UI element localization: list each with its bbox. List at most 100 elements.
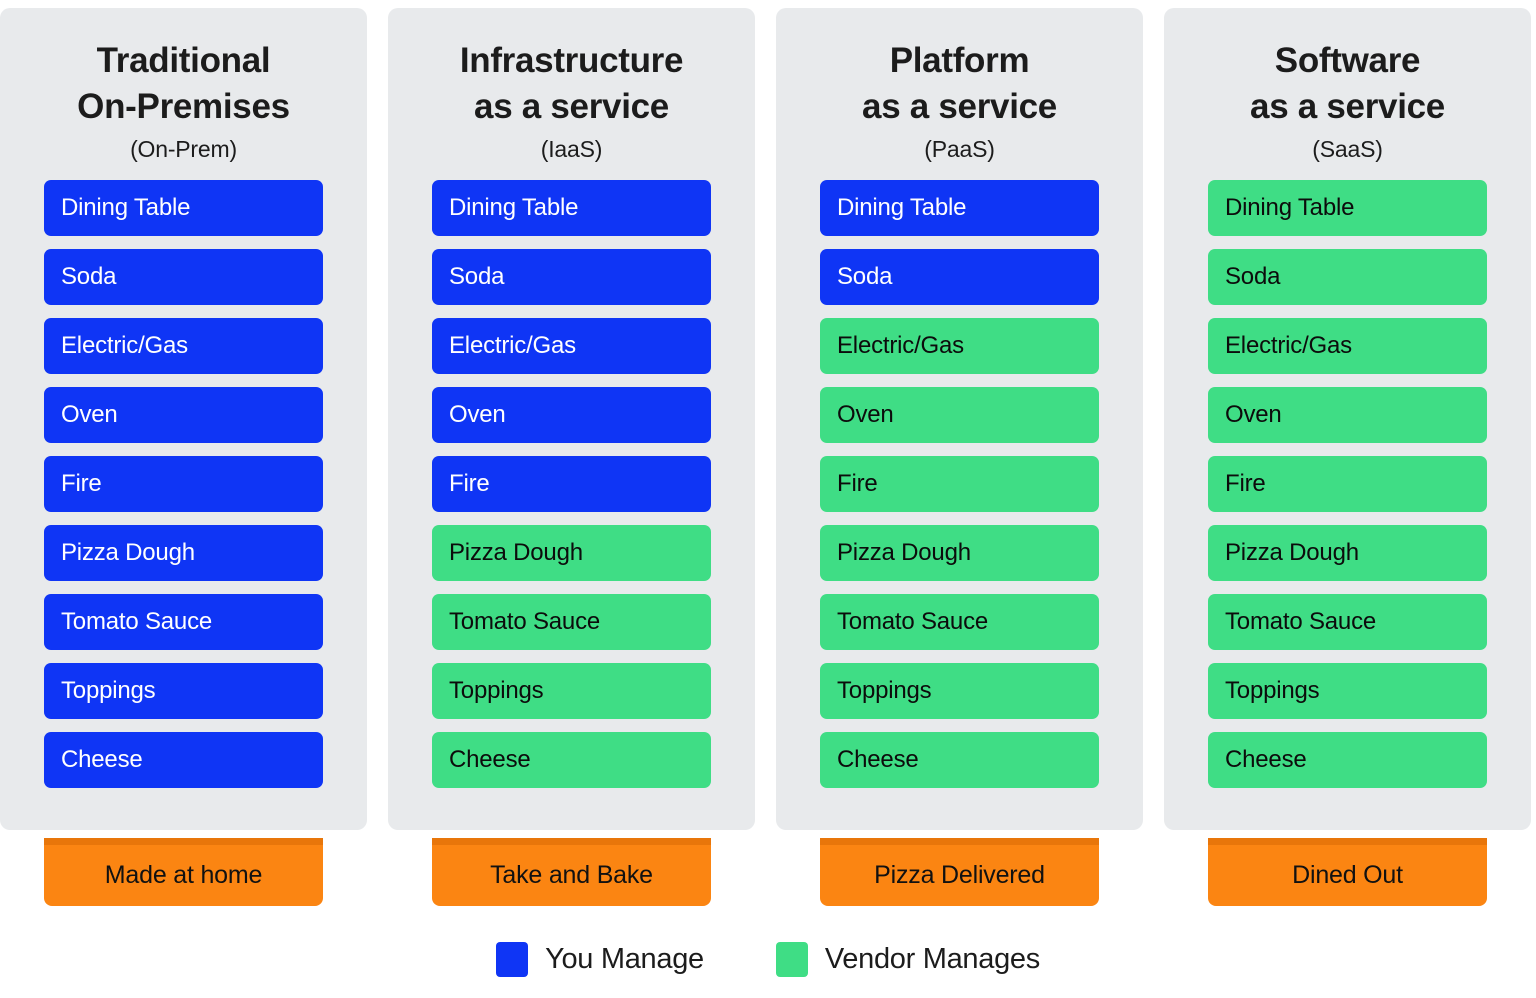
responsibility-row-label: Soda bbox=[837, 263, 893, 291]
service-model-comparison-diagram: Traditional On-Premises (On-Prem) Dining Ta… bbox=[0, 0, 1536, 998]
responsibility-row-label: Toppings bbox=[449, 677, 544, 705]
responsibility-row: Oven bbox=[820, 387, 1099, 444]
outcome-chip: Pizza Delivered bbox=[820, 838, 1099, 906]
responsibility-row-list: Dining Table Soda Electric/Gas Oven Fire Pizz… bbox=[44, 180, 323, 789]
responsibility-row: Fire bbox=[820, 456, 1099, 513]
card-title: Traditional bbox=[96, 41, 271, 80]
responsibility-row: Soda bbox=[820, 249, 1099, 306]
responsibility-row: Toppings bbox=[820, 663, 1099, 720]
you-manage-swatch-icon bbox=[496, 942, 529, 977]
responsibility-row-label: Electric/Gas bbox=[837, 332, 964, 360]
legend-label: Vendor Manages bbox=[824, 943, 1040, 975]
responsibility-row-label: Oven bbox=[1225, 401, 1282, 429]
responsibility-row: Toppings bbox=[44, 663, 323, 720]
legend-label: You Manage bbox=[545, 943, 704, 975]
responsibility-row: Cheese bbox=[820, 732, 1099, 789]
responsibility-row: Tomato Sauce bbox=[44, 594, 323, 651]
responsibility-row: Cheese bbox=[432, 732, 711, 789]
card-title-line2: as a service bbox=[1250, 87, 1445, 127]
card-title: Infrastructure bbox=[459, 41, 684, 80]
responsibility-row-label: Toppings bbox=[1225, 677, 1320, 705]
card-title-line2: as a service bbox=[474, 87, 669, 127]
responsibility-row: Dining Table bbox=[432, 180, 711, 237]
responsibility-row: Pizza Dough bbox=[44, 525, 323, 582]
responsibility-row: Electric/Gas bbox=[432, 318, 711, 375]
responsibility-row: Oven bbox=[432, 387, 711, 444]
responsibility-row-label: Fire bbox=[1225, 470, 1266, 498]
responsibility-row: Fire bbox=[44, 456, 323, 513]
service-model-column: Infrastructure as a service (IaaS) Dining T… bbox=[388, 8, 755, 906]
responsibility-row-label: Tomato Sauce bbox=[837, 608, 989, 636]
responsibility-row: Tomato Sauce bbox=[432, 594, 711, 651]
card-title: Platform bbox=[889, 41, 1030, 80]
responsibility-row: Soda bbox=[44, 249, 323, 306]
card-title: Software bbox=[1274, 41, 1421, 80]
responsibility-row: Dining Table bbox=[820, 180, 1099, 237]
responsibility-row: Pizza Dough bbox=[820, 525, 1099, 582]
responsibility-row-label: Tomato Sauce bbox=[449, 608, 601, 636]
responsibility-row-label: Oven bbox=[449, 401, 506, 429]
responsibility-row: Toppings bbox=[1208, 663, 1487, 720]
responsibility-row-label: Soda bbox=[1225, 263, 1281, 291]
card-subtitle: (PaaS) bbox=[924, 136, 995, 163]
legend-item: Vendor Manages bbox=[775, 942, 1040, 977]
responsibility-row: Electric/Gas bbox=[44, 318, 323, 375]
responsibility-row-list: Dining Table Soda Electric/Gas Oven Fire Pizz… bbox=[432, 180, 711, 789]
responsibility-row-label: Dining Table bbox=[449, 194, 579, 222]
service-model-card: Platform as a service (PaaS) Dining Table So… bbox=[776, 8, 1143, 830]
responsibility-row-label: Electric/Gas bbox=[61, 332, 188, 360]
responsibility-row-label: Fire bbox=[61, 470, 102, 498]
responsibility-row-label: Pizza Dough bbox=[837, 539, 971, 567]
responsibility-row-label: Electric/Gas bbox=[449, 332, 576, 360]
outcome-chip: Take and Bake bbox=[432, 838, 711, 906]
responsibility-row-list: Dining Table Soda Electric/Gas Oven Fire Pizz… bbox=[820, 180, 1099, 789]
responsibility-row-label: Pizza Dough bbox=[449, 539, 583, 567]
card-title-line2: On-Premises bbox=[77, 87, 290, 127]
card-subtitle: (IaaS) bbox=[540, 136, 603, 163]
card-title-line2: as a service bbox=[862, 87, 1057, 127]
card-subtitle: (SaaS) bbox=[1312, 136, 1383, 163]
responsibility-row: Oven bbox=[1208, 387, 1487, 444]
responsibility-row-list: Dining Table Soda Electric/Gas Oven Fire Pizz… bbox=[1208, 180, 1487, 789]
responsibility-row: Cheese bbox=[1208, 732, 1487, 789]
column-container: Traditional On-Premises (On-Prem) Dining Ta… bbox=[0, 8, 1536, 906]
responsibility-row-label: Cheese bbox=[61, 746, 143, 774]
service-model-card: Software as a service (SaaS) Dining Table So… bbox=[1164, 8, 1531, 830]
responsibility-row: Toppings bbox=[432, 663, 711, 720]
responsibility-row-label: Electric/Gas bbox=[1225, 332, 1352, 360]
card-header: Infrastructure as a service (IaaS) bbox=[388, 8, 755, 163]
responsibility-row: Electric/Gas bbox=[1208, 318, 1487, 375]
responsibility-row-label: Toppings bbox=[837, 677, 932, 705]
outcome-chip: Dined Out bbox=[1208, 838, 1487, 906]
responsibility-row: Tomato Sauce bbox=[1208, 594, 1487, 651]
service-model-card: Traditional On-Premises (On-Prem) Dining Ta… bbox=[0, 8, 367, 830]
responsibility-row-label: Fire bbox=[837, 470, 878, 498]
responsibility-row: Fire bbox=[432, 456, 711, 513]
responsibility-row-label: Toppings bbox=[61, 677, 156, 705]
service-model-card: Infrastructure as a service (IaaS) Dining T… bbox=[388, 8, 755, 830]
vendor-manages-swatch-icon bbox=[775, 942, 808, 977]
legend: You Manage Vendor Manages bbox=[0, 942, 1536, 977]
responsibility-row: Oven bbox=[44, 387, 323, 444]
responsibility-row-label: Fire bbox=[449, 470, 490, 498]
responsibility-row-label: Cheese bbox=[837, 746, 919, 774]
responsibility-row: Cheese bbox=[44, 732, 323, 789]
responsibility-row-label: Cheese bbox=[1225, 746, 1307, 774]
responsibility-row: Tomato Sauce bbox=[820, 594, 1099, 651]
card-subtitle: (On-Prem) bbox=[130, 136, 237, 163]
responsibility-row: Electric/Gas bbox=[820, 318, 1099, 375]
responsibility-row: Dining Table bbox=[1208, 180, 1487, 237]
responsibility-row: Dining Table bbox=[44, 180, 323, 237]
service-model-column: Traditional On-Premises (On-Prem) Dining Ta… bbox=[0, 8, 367, 906]
responsibility-row-label: Pizza Dough bbox=[61, 539, 195, 567]
service-model-column: Platform as a service (PaaS) Dining Table So… bbox=[776, 8, 1143, 906]
responsibility-row-label: Oven bbox=[61, 401, 118, 429]
card-header: Traditional On-Premises (On-Prem) bbox=[0, 8, 367, 163]
responsibility-row-label: Dining Table bbox=[1225, 194, 1355, 222]
responsibility-row-label: Tomato Sauce bbox=[1225, 608, 1377, 636]
responsibility-row-label: Dining Table bbox=[837, 194, 967, 222]
responsibility-row: Pizza Dough bbox=[1208, 525, 1487, 582]
responsibility-row-label: Pizza Dough bbox=[1225, 539, 1359, 567]
responsibility-row-label: Dining Table bbox=[61, 194, 191, 222]
outcome-chip: Made at home bbox=[44, 838, 323, 906]
